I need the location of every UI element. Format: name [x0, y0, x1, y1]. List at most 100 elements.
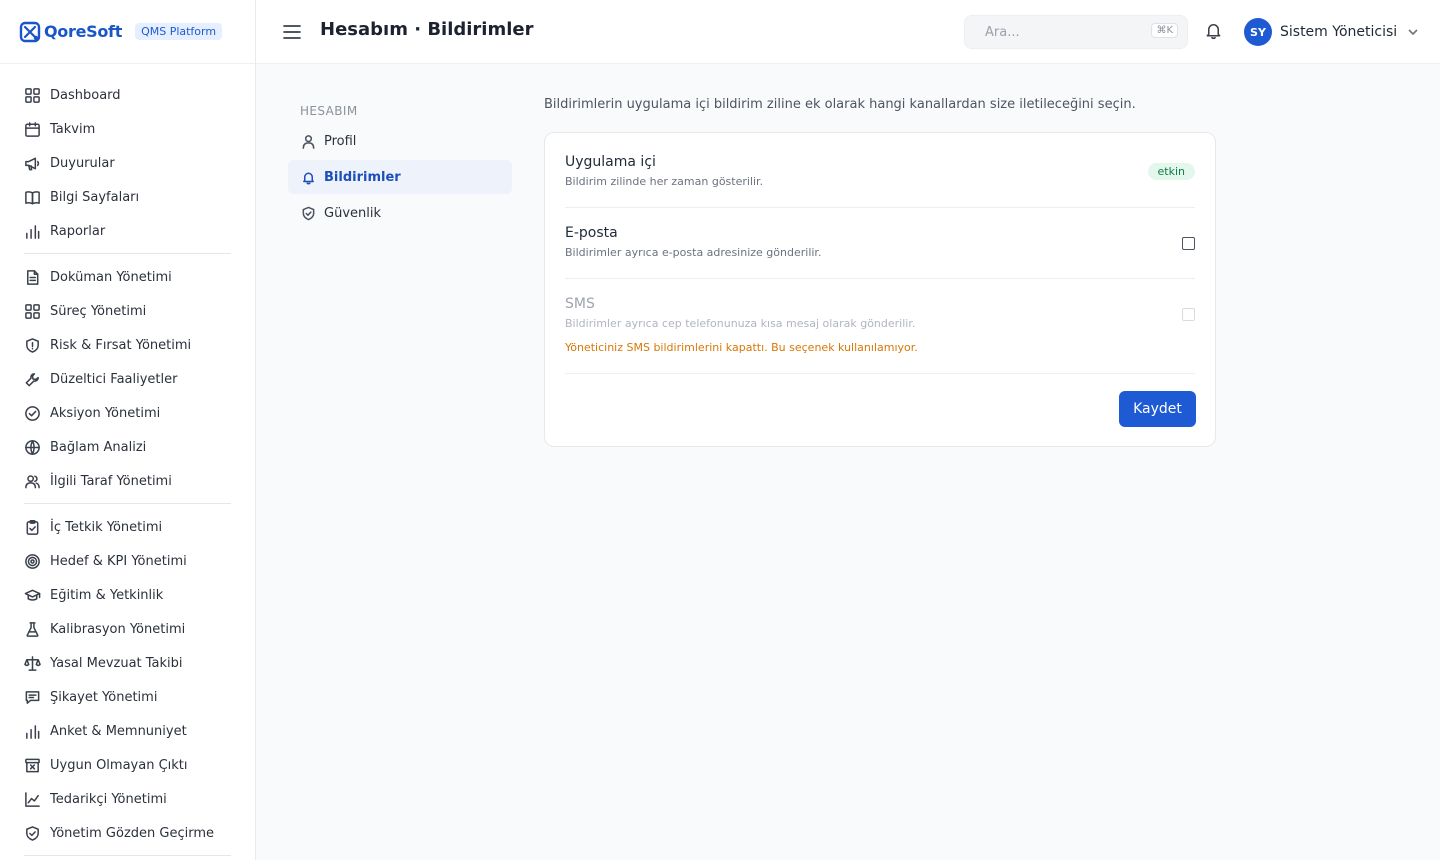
chevron-down-icon: [1408, 29, 1418, 36]
user-menu[interactable]: SY Sistem Yöneticisi: [1244, 18, 1419, 46]
sidebar-item-dokuman-yonetimi[interactable]: Doküman Yönetimi: [0, 260, 255, 294]
page-title: Hesabım · Bildirimler: [320, 19, 534, 40]
notification-channels-card: Uygulama içi Bildirim zilinde her zaman …: [544, 132, 1216, 447]
status-badge: etkin: [1147, 163, 1195, 180]
brand-header: QoreSoft QMS Platform: [0, 0, 255, 64]
graduation-cap-icon: [24, 589, 41, 601]
sidebar-item-label: Düzeltici Faaliyetler: [50, 371, 178, 387]
sidebar-item-uygun-olmayan[interactable]: Uygun Olmayan Çıktı: [0, 748, 255, 782]
sidebar-item-raporlar[interactable]: Raporlar: [0, 214, 255, 248]
topbar: Hesabım · Bildirimler ⌘K SY Sistem Yönet…: [256, 0, 1440, 64]
sidebar-item-label: Süreç Yönetimi: [50, 303, 147, 319]
sidebar-item-label: Aksiyon Yönetimi: [50, 405, 161, 421]
channel-row-sms: SMS Bildirimler ayrıca cep telefonunuza …: [565, 296, 1195, 360]
sidebar-divider: [24, 855, 231, 856]
megaphone-icon: [25, 157, 40, 170]
sidebar-item-duyurular[interactable]: Duyurular: [0, 146, 255, 180]
menu-toggle-button[interactable]: [283, 22, 301, 42]
sidebar-item-risk-firsat[interactable]: Risk & Fırsat Yönetimi: [0, 328, 255, 362]
sidebar-item-dashboard[interactable]: Dashboard: [0, 78, 255, 112]
row-divider: [565, 373, 1195, 374]
archive-x-icon: [25, 758, 40, 772]
channel-subtitle: Bildirimler ayrıca e-posta adresinize gö…: [565, 246, 822, 259]
sidebar-item-label: Takvim: [50, 121, 96, 137]
sidebar-item-label: Şikayet Yönetimi: [50, 689, 158, 705]
sidebar-item-egitim-yetkinlik[interactable]: Eğitim & Yetkinlik: [0, 578, 255, 612]
row-divider: [565, 207, 1195, 208]
search-box[interactable]: ⌘K: [964, 15, 1188, 49]
account-nav-notifications[interactable]: Bildirimler: [288, 160, 512, 194]
save-button[interactable]: Kaydet: [1119, 391, 1196, 427]
line-chart-icon: [25, 791, 40, 807]
sidebar-item-label: İç Tetkik Yönetimi: [50, 519, 163, 535]
sidebar-item-aksiyon-yonetimi[interactable]: Aksiyon Yönetimi: [0, 396, 255, 430]
sidebar-item-label: Yasal Mevzuat Takibi: [50, 655, 183, 671]
sidebar-item-ic-tetkik[interactable]: İç Tetkik Yönetimi: [0, 510, 255, 544]
channel-row-email: E-posta Bildirimler ayrıca e-posta adres…: [565, 225, 1195, 265]
account-nav-profile[interactable]: Profil: [288, 124, 512, 158]
sidebar-item-tedarikci[interactable]: Tedarikçi Yönetimi: [0, 782, 255, 816]
sidebar-item-label: Bilgi Sayfaları: [50, 189, 140, 205]
sidebar-item-label: Tedarikçi Yönetimi: [50, 791, 167, 807]
qoresoft-logo-icon: [19, 21, 41, 42]
channel-subtitle: Bildirimler ayrıca cep telefonunuza kısa…: [565, 317, 916, 330]
sidebar-item-anket-memnuniyet[interactable]: Anket & Memnuniyet: [0, 714, 255, 748]
sidebar-item-duzeltici-faaliyetler[interactable]: Düzeltici Faaliyetler: [0, 362, 255, 396]
clipboard-check-icon: [26, 519, 39, 535]
account-nav-heading: HESABIM: [300, 104, 358, 118]
sidebar-item-label: Bağlam Analizi: [50, 439, 147, 455]
sidebar-item-ilgili-taraf[interactable]: İlgili Taraf Yönetimi: [0, 464, 255, 498]
sidebar-item-label: Eğitim & Yetkinlik: [50, 587, 164, 603]
sidebar-item-yonetim-gozden-gecirme[interactable]: Yönetim Gözden Geçirme: [0, 816, 255, 850]
sidebar-item-sikayet[interactable]: Şikayet Yönetimi: [0, 680, 255, 714]
sidebar-item-label: Kalibrasyon Yönetimi: [50, 621, 186, 637]
bar-chart-icon: [26, 724, 40, 739]
target-icon: [25, 553, 40, 569]
sidebar-item-label: Raporlar: [50, 223, 106, 239]
search-input[interactable]: [985, 24, 1135, 40]
sidebar-item-label: Hedef & KPI Yönetimi: [50, 553, 187, 569]
sidebar-item-kalibrasyon[interactable]: Kalibrasyon Yönetimi: [0, 612, 255, 646]
sidebar-divider: [24, 503, 231, 504]
bell-icon: [303, 172, 314, 184]
sidebar-divider: [24, 253, 231, 254]
account-nav-label: Güvenlik: [324, 205, 381, 221]
bar-chart-icon: [26, 224, 40, 239]
globe-icon: [25, 439, 40, 455]
sidebar-item-label: Risk & Fırsat Yönetimi: [50, 337, 192, 353]
sms-checkbox: [1182, 308, 1195, 321]
row-divider: [565, 278, 1195, 279]
shield-check-icon: [302, 206, 315, 220]
shield-icon: [26, 337, 39, 353]
sidebar-item-label: Anket & Memnuniyet: [50, 723, 187, 739]
flask-icon: [26, 621, 39, 637]
sidebar-item-yasal-mevzuat[interactable]: Yasal Mevzuat Takibi: [0, 646, 255, 680]
account-nav: HESABIM Profil Bildirimler Güvenlik: [288, 104, 512, 230]
sidebar-item-surec-yonetimi[interactable]: Süreç Yönetimi: [0, 294, 255, 328]
sidebar-item-baglam-analizi[interactable]: Bağlam Analizi: [0, 430, 255, 464]
sidebar: QoreSoft QMS Platform Dashboard Takvim D…: [0, 0, 256, 860]
avatar: SY: [1244, 18, 1272, 46]
sidebar-item-label: Uygun Olmayan Çıktı: [50, 757, 188, 773]
account-nav-security[interactable]: Güvenlik: [288, 196, 512, 230]
document-icon: [27, 269, 39, 285]
email-checkbox[interactable]: [1182, 237, 1195, 250]
channel-title: Uygulama içi: [565, 154, 656, 170]
bell-icon: [1206, 24, 1221, 40]
message-icon: [25, 690, 40, 704]
channel-row-in-app: Uygulama içi Bildirim zilinde her zaman …: [565, 154, 1195, 194]
hamburger-icon: [283, 25, 301, 39]
sidebar-item-takvim[interactable]: Takvim: [0, 112, 255, 146]
notifications-button[interactable]: [1204, 21, 1224, 41]
user-name: Sistem Yöneticisi: [1280, 24, 1398, 40]
platform-badge: QMS Platform: [135, 23, 223, 40]
check-circle-icon: [25, 405, 40, 421]
grid-icon: [25, 303, 40, 319]
sidebar-item-label: İlgili Taraf Yönetimi: [50, 473, 172, 489]
channel-title: SMS: [565, 296, 595, 312]
channel-subtitle: Bildirim zilinde her zaman gösterilir.: [565, 175, 764, 188]
sidebar-item-bilgi-sayfalari[interactable]: Bilgi Sayfaları: [0, 180, 255, 214]
sidebar-item-label: Yönetim Gözden Geçirme: [50, 825, 214, 841]
sidebar-item-hedef-kpi[interactable]: Hedef & KPI Yönetimi: [0, 544, 255, 578]
book-icon: [25, 190, 40, 204]
